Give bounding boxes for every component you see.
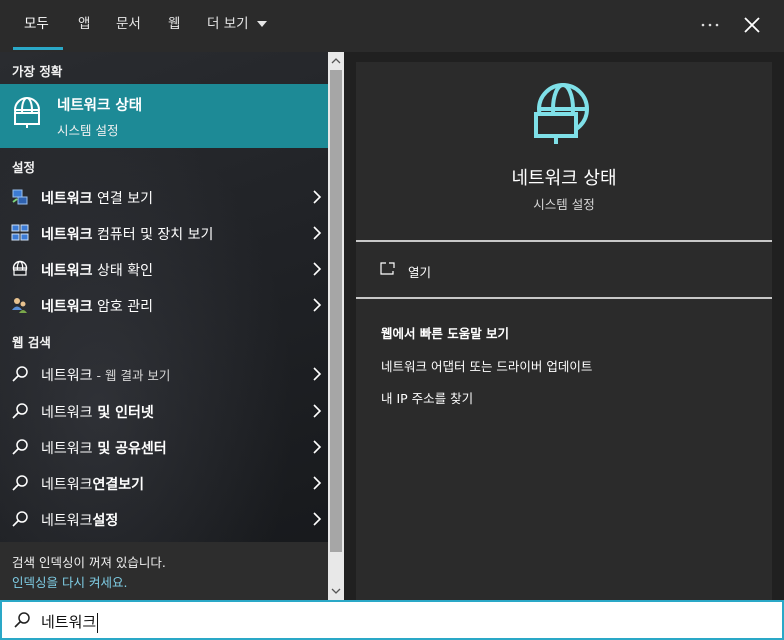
chevron-right-icon <box>313 226 322 240</box>
results-scrollbar[interactable] <box>328 52 344 600</box>
web-result-label: 네트워크연결보기 <box>41 477 145 493</box>
best-match-subtitle: 시스템 설정 <box>57 123 119 138</box>
web-help-title: 웹에서 빠른 도움말 보기 <box>381 326 510 341</box>
web-result-item[interactable]: 네트워크 및 공유센터 <box>0 429 328 465</box>
network-computers-icon <box>11 224 29 241</box>
search-box[interactable]: 네트워크 <box>0 600 784 640</box>
chevron-right-icon <box>313 190 322 204</box>
globe-icon <box>12 260 28 276</box>
network-connections-icon <box>12 189 28 205</box>
web-search-header: 웹 검색 <box>12 335 51 350</box>
chevron-right-icon <box>313 404 322 418</box>
settings-item-label: 네트워크 컴퓨터 및 장치 보기 <box>41 227 214 243</box>
preview-subtitle: 시스템 설정 <box>533 197 595 212</box>
ellipsis-icon[interactable] <box>699 14 721 36</box>
active-tab-indicator <box>13 47 63 50</box>
open-label: 열기 <box>408 265 432 280</box>
chevron-right-icon <box>313 298 322 312</box>
best-match-item[interactable]: 네트워크 상태 시스템 설정 <box>0 84 328 148</box>
tab-web[interactable]: 웹 <box>168 0 180 52</box>
settings-item-label: 네트워크 연결 보기 <box>41 191 153 207</box>
search-input[interactable]: 네트워크 <box>41 611 99 633</box>
globe-monitor-icon <box>14 97 40 128</box>
help-link-ip[interactable]: 내 IP 주소를 찾기 <box>381 388 473 407</box>
web-result-item[interactable]: 네트워크 - 웹 결과 보기 <box>0 356 328 392</box>
enable-indexing-link[interactable]: 인덱싱을 다시 켜세요. <box>12 572 127 591</box>
tab-apps[interactable]: 앱 <box>78 0 90 52</box>
chevron-right-icon <box>313 512 322 526</box>
scrollbar-thumb[interactable] <box>330 70 342 552</box>
web-result-item[interactable]: 네트워크연결보기 <box>0 465 328 501</box>
indexing-off-text: 검색 인덱싱이 꺼져 있습니다. <box>12 555 166 570</box>
search-icon <box>12 475 28 491</box>
preview-pane: 네트워크 상태 시스템 설정 열기 웹에서 빠른 도움말 보기 네트워크 어댑터… <box>356 62 772 600</box>
caret-down-icon <box>256 21 267 27</box>
web-result-label: 네트워크 - 웹 결과 보기 <box>41 368 171 384</box>
divider <box>356 297 772 299</box>
settings-item-label: 네트워크 상태 확인 <box>41 263 153 279</box>
scroll-down-arrow-icon[interactable] <box>331 586 341 596</box>
best-match-header: 가장 정확 <box>12 64 63 79</box>
chevron-right-icon <box>313 476 322 490</box>
chevron-right-icon <box>313 440 322 454</box>
settings-item-password[interactable]: 네트워크 암호 관리 <box>0 287 328 323</box>
web-result-label: 네트워크 및 인터넷 <box>41 405 154 421</box>
search-icon <box>12 366 28 382</box>
close-icon[interactable] <box>741 14 763 36</box>
scroll-up-arrow-icon[interactable] <box>331 56 341 66</box>
settings-item-label: 네트워크 암호 관리 <box>41 299 153 315</box>
web-result-item[interactable]: 네트워크설정 <box>0 501 328 537</box>
open-action[interactable]: 열기 <box>356 242 772 298</box>
best-match-title: 네트워크 상태 <box>57 98 143 114</box>
search-icon <box>12 403 28 419</box>
top-bar: 모두 앱 문서 웹 더 보기 <box>0 0 784 52</box>
tab-documents[interactable]: 문서 <box>116 0 141 52</box>
settings-item-computers[interactable]: 네트워크 컴퓨터 및 장치 보기 <box>0 215 328 251</box>
open-external-icon <box>380 262 395 275</box>
settings-header: 설정 <box>12 160 36 175</box>
users-key-icon <box>12 298 27 313</box>
web-result-item[interactable]: 네트워크 및 인터넷 <box>0 393 328 429</box>
text-cursor <box>97 612 99 633</box>
search-icon <box>12 439 28 455</box>
web-result-label: 네트워크 및 공유센터 <box>41 441 167 457</box>
search-icon <box>14 612 30 628</box>
chevron-right-icon <box>313 367 322 381</box>
tab-all[interactable]: 모두 <box>24 0 49 52</box>
settings-item-connections[interactable]: 네트워크 연결 보기 <box>0 179 328 215</box>
settings-item-status[interactable]: 네트워크 상태 확인 <box>0 251 328 287</box>
tab-more-label: 더 보기 <box>207 16 249 32</box>
tab-more[interactable]: 더 보기 <box>207 0 267 52</box>
search-icon <box>12 511 28 527</box>
preview-title: 네트워크 상태 <box>511 168 617 189</box>
help-link-adapter[interactable]: 네트워크 어댑터 또는 드라이버 업데이트 <box>381 356 592 375</box>
globe-monitor-icon <box>534 83 589 144</box>
chevron-right-icon <box>313 262 322 276</box>
indexing-notice: 검색 인덱싱이 꺼져 있습니다. 인덱싱을 다시 켜세요. <box>0 542 328 600</box>
web-result-label: 네트워크설정 <box>41 513 119 529</box>
results-list: 가장 정확 네트워크 상태 시스템 설정 설정 네트워크 연결 보기 네트워크 … <box>0 52 328 600</box>
